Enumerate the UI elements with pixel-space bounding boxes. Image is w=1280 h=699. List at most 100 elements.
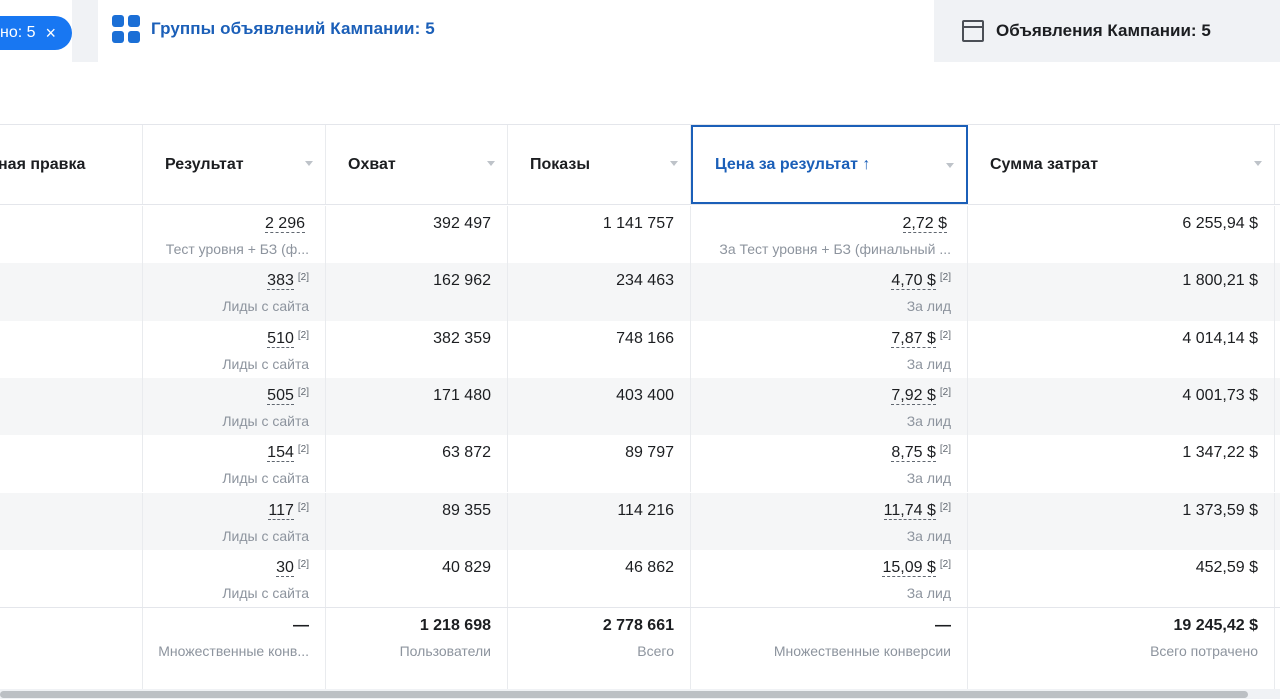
tab-ads[interactable]: Объявления Кампании: 5: [934, 0, 1280, 62]
reach-value: 171 480: [433, 386, 491, 404]
sort-caret-icon[interactable]: [946, 163, 954, 168]
table-row[interactable]: 510 [2] Лиды с сайта 382 359 748 166 7,87 $ [2…: [0, 320, 1280, 378]
filter-chip[interactable]: но: 5 ×: [0, 16, 72, 50]
result-value[interactable]: 505: [267, 386, 294, 405]
cost-value[interactable]: 15,09 $: [882, 558, 936, 577]
cost-value[interactable]: 8,75 $: [891, 444, 936, 463]
cell-amount-spent: 452,59 $: [968, 549, 1275, 608]
cell-reach: 162 962: [326, 263, 508, 321]
cell-cost-per-result: 8,75 $ [2] За лид: [691, 435, 968, 493]
table-row[interactable]: 154 [2] Лиды с сайта 63 872 89 797 8,75 $ [2] З…: [0, 435, 1280, 493]
footnote: [2]: [297, 501, 309, 513]
cell-edit: [0, 263, 143, 321]
horizontal-scrollbar[interactable]: [0, 689, 1280, 699]
result-value[interactable]: 2 296: [264, 215, 305, 233]
cell-result: 154 [2] Лиды с сайта: [143, 435, 326, 493]
cell-reach: 63 872: [326, 435, 508, 493]
table-row[interactable]: 30 [2] Лиды с сайта 40 829 46 862 15,09 $ [2] З…: [0, 549, 1280, 608]
scrollbar-thumb[interactable]: [0, 691, 1248, 698]
sort-caret-icon[interactable]: [487, 161, 495, 166]
result-value[interactable]: 383: [267, 272, 294, 291]
spend-value: 4 014,14 $: [1182, 329, 1258, 347]
cell-amount-spent: 1 373,59 $: [968, 492, 1275, 550]
cost-value[interactable]: 4,70 $: [891, 272, 936, 291]
ad-groups-table: ная правка Результат Охват Показы Цена з…: [0, 124, 1280, 690]
cell-result: 383 [2] Лиды с сайта: [143, 263, 326, 321]
table-row[interactable]: 2 296 Тест уровня + БЗ (ф... 392 497 1 141 …: [0, 206, 1280, 264]
cost-type: За лид: [906, 355, 951, 372]
result-type: Тест уровня + БЗ (ф...: [165, 241, 309, 257]
reach-value: 89 355: [442, 501, 491, 519]
result-type: Лиды с сайта: [222, 412, 309, 429]
sort-caret-icon[interactable]: [305, 161, 313, 166]
total-cost-per-result: — Множественные конверсии: [691, 608, 968, 690]
column-header-reach[interactable]: Охват: [326, 125, 508, 204]
table-row[interactable]: 117 [2] Лиды с сайта 89 355 114 216 11,74 $ [2…: [0, 492, 1280, 550]
column-header-result[interactable]: Результат: [143, 125, 326, 204]
cost-type: За лид: [906, 412, 951, 429]
sort-caret-icon[interactable]: [670, 161, 678, 166]
result-value[interactable]: 30: [276, 558, 294, 577]
reach-value: 63 872: [442, 444, 491, 462]
cost-value[interactable]: 7,87 $: [891, 329, 936, 348]
cell-edit: [0, 377, 143, 436]
result-value[interactable]: 117: [268, 501, 294, 520]
tab-ad-groups-label: Группы объявлений Кампании: 5: [151, 19, 435, 38]
column-header-impressions[interactable]: Показы: [508, 125, 691, 204]
cell-amount-spent: 4 001,73 $: [968, 377, 1275, 436]
table-header: ная правка Результат Охват Показы Цена з…: [0, 125, 1280, 205]
spend-value: 1 800,21 $: [1182, 272, 1258, 290]
tab-ad-groups[interactable]: Группы объявлений Кампании: 5: [98, 0, 934, 62]
result-value[interactable]: 154: [267, 444, 294, 463]
result-type: Лиды с сайта: [222, 527, 309, 544]
footnote: [2]: [297, 329, 309, 341]
cell-result: 30 [2] Лиды с сайта: [143, 549, 326, 608]
cell-impressions: 89 797: [508, 435, 691, 493]
reach-value: 40 829: [442, 558, 491, 576]
impressions-value: 1 141 757: [602, 215, 674, 232]
cell-impressions: 46 862: [508, 549, 691, 608]
impressions-value: 89 797: [625, 444, 674, 462]
spend-value: 6 255,94 $: [1182, 215, 1258, 232]
footnote: [2]: [297, 386, 309, 398]
column-header-amount-spent[interactable]: Сумма затрат: [968, 125, 1275, 204]
sort-caret-icon[interactable]: [1254, 161, 1262, 166]
table-row[interactable]: 505 [2] Лиды с сайта 171 480 403 400 7,92 $ [2…: [0, 377, 1280, 436]
close-icon[interactable]: ×: [46, 24, 57, 42]
spend-value: 1 373,59 $: [1182, 501, 1258, 519]
cell-edit: [0, 608, 143, 690]
result-value[interactable]: 510: [267, 329, 294, 348]
cell-reach: 392 497: [326, 206, 508, 264]
footnote: [2]: [939, 501, 951, 513]
table-row[interactable]: 383 [2] Лиды с сайта 162 962 234 463 4,70 $ [2…: [0, 263, 1280, 321]
cell-impressions: 748 166: [508, 320, 691, 378]
cell-edit: [0, 549, 143, 608]
column-header-edit[interactable]: ная правка: [0, 125, 143, 204]
cost-value[interactable]: 7,92 $: [891, 386, 936, 405]
cost-type: За лид: [906, 584, 951, 601]
footnote: [2]: [939, 444, 951, 456]
cost-value[interactable]: 11,74 $: [883, 501, 936, 520]
cell-reach: 40 829: [326, 549, 508, 608]
cost-type: За Тест уровня + БЗ (финальный ...: [719, 241, 951, 257]
footnote: [2]: [939, 329, 951, 341]
cell-edit: [0, 320, 143, 378]
cell-amount-spent: 6 255,94 $: [968, 206, 1275, 264]
cost-value[interactable]: 2,72 $: [902, 215, 947, 233]
total-result: — Множественные конв...: [143, 608, 326, 690]
cell-impressions: 403 400: [508, 377, 691, 436]
column-header-cost-per-result[interactable]: Цена за результат ↑: [691, 125, 968, 204]
cell-reach: 89 355: [326, 492, 508, 550]
reach-value: 162 962: [433, 272, 491, 290]
cell-edit: [0, 435, 143, 493]
cell-amount-spent: 1 347,22 $: [968, 435, 1275, 493]
impressions-value: 114 216: [617, 501, 674, 519]
reach-value: 392 497: [433, 215, 491, 232]
cost-type: За лид: [906, 527, 951, 544]
footnote: [2]: [939, 386, 951, 398]
cell-impressions: 234 463: [508, 263, 691, 321]
cost-type: За лид: [906, 298, 951, 315]
spend-value: 1 347,22 $: [1182, 444, 1258, 462]
result-type: Лиды с сайта: [222, 470, 309, 487]
cell-reach: 382 359: [326, 320, 508, 378]
